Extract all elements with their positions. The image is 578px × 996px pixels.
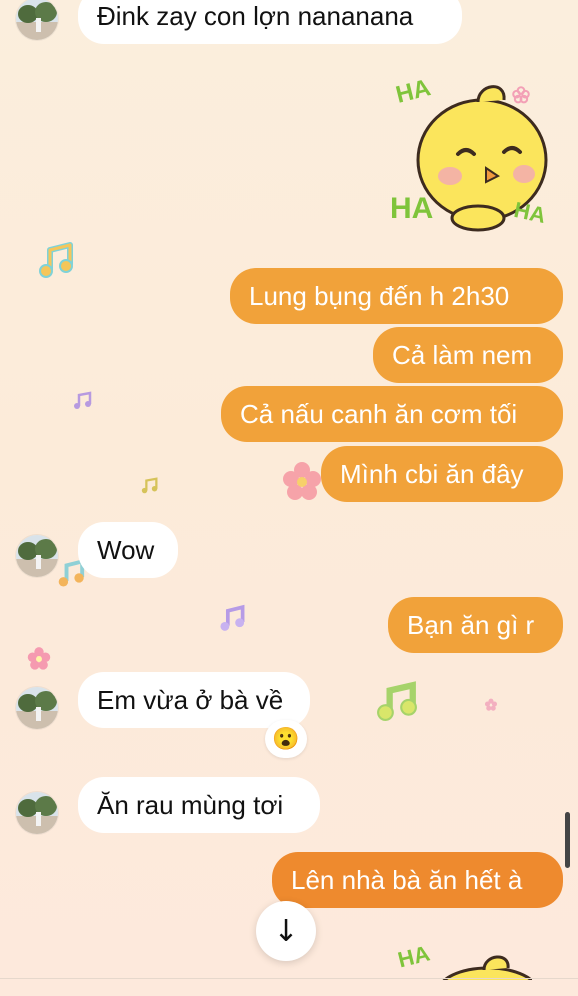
background-flower-icon — [484, 698, 498, 711]
haha-sticker-partial[interactable]: HA — [392, 940, 532, 980]
avatar-photo — [16, 535, 58, 577]
arrow-down-icon: ↓ — [273, 913, 299, 949]
outgoing-message[interactable]: Lung bụng đến h 2h30 — [230, 268, 563, 324]
outgoing-message[interactable]: Bạn ăn gì r — [388, 597, 563, 653]
message-text: Cả làm nem — [392, 340, 533, 370]
background-music-note-icon — [141, 477, 158, 494]
message-text: Em vừa ở bà về — [97, 685, 284, 715]
message-text: Mình cbi ăn đây — [340, 459, 524, 489]
outgoing-message[interactable]: Cả làm nem — [373, 327, 563, 383]
background-music-note-icon — [377, 681, 417, 721]
contact-avatar[interactable] — [16, 792, 58, 834]
avatar-photo — [16, 792, 58, 834]
contact-avatar[interactable] — [16, 535, 58, 577]
divider — [0, 978, 578, 979]
surprised-face-icon: 😮 — [272, 726, 300, 751]
avatar-photo — [16, 0, 58, 40]
sticker-text: HA — [390, 192, 434, 225]
outgoing-message[interactable]: Lên nhà bà ăn hết à — [272, 852, 563, 908]
incoming-message[interactable]: Wow — [78, 522, 178, 578]
message-text: Lên nhà bà ăn hết à — [291, 865, 523, 895]
scrollbar[interactable] — [565, 812, 570, 868]
incoming-message[interactable]: Em vừa ở bà về — [78, 672, 310, 728]
background-music-note-icon — [74, 391, 92, 409]
haha-sticker[interactable]: HA HA HA — [386, 72, 556, 240]
message-text: Bạn ăn gì r — [407, 610, 535, 640]
message-text: Cả nấu canh ăn cơm tối — [240, 399, 518, 429]
message-text: Đink zay con lợn nananana — [97, 1, 414, 31]
incoming-message[interactable]: Ăn rau mùng tơi — [78, 777, 320, 833]
incoming-message[interactable]: Đink zay con lợn nananana — [78, 0, 462, 44]
outgoing-message[interactable]: Cả nấu canh ăn cơm tối — [221, 386, 563, 442]
message-text: Ăn rau mùng tơi — [97, 790, 284, 820]
scroll-to-bottom-button[interactable]: ↓ — [256, 901, 316, 961]
chick-sticker-image — [442, 955, 532, 980]
contact-avatar[interactable] — [16, 0, 58, 40]
avatar-photo — [16, 687, 58, 729]
message-text: Wow — [97, 535, 155, 565]
background-music-note-icon — [39, 242, 73, 278]
background-flower-icon — [283, 462, 321, 500]
contact-avatar[interactable] — [16, 687, 58, 729]
background-music-note-icon — [220, 604, 245, 631]
background-flower-icon — [27, 647, 51, 670]
outgoing-message[interactable]: Mình cbi ăn đây — [321, 446, 563, 502]
message-text: Lung bụng đến h 2h30 — [249, 281, 510, 311]
message-reaction[interactable]: 😮 — [265, 720, 307, 758]
